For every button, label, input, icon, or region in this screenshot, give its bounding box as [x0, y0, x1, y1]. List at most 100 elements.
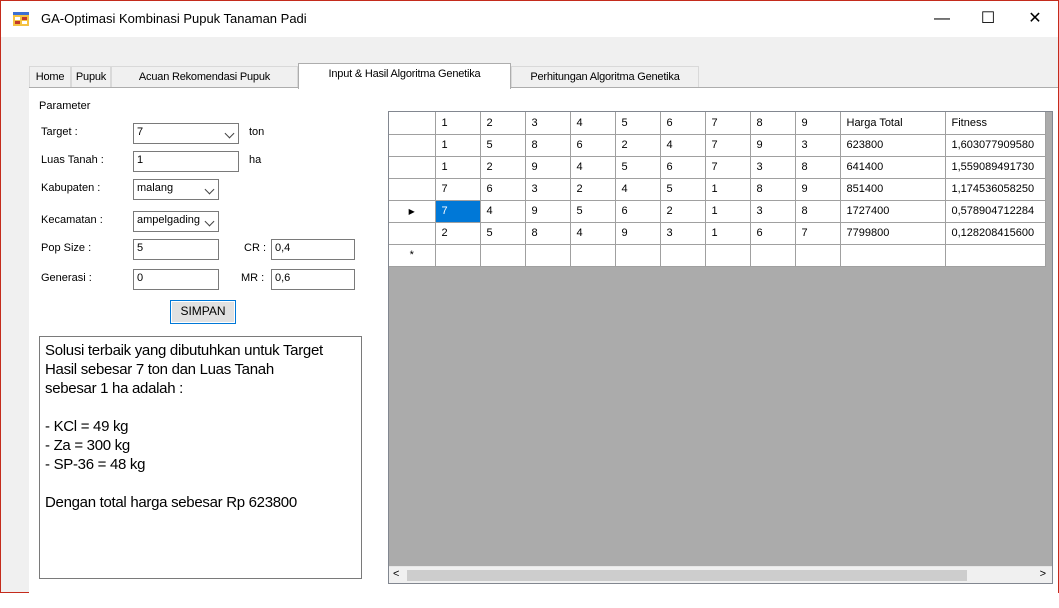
column-header[interactable]: 2: [480, 112, 526, 135]
scroll-right-icon[interactable]: >: [1040, 568, 1046, 580]
grid-cell[interactable]: 7: [795, 222, 841, 245]
grid-cell[interactable]: 4: [660, 134, 706, 157]
maximize-button[interactable]: ☐: [965, 1, 1011, 37]
grid-cell[interactable]: 1: [705, 222, 751, 245]
grid-cell[interactable]: 623800: [840, 134, 946, 157]
grid-cell[interactable]: 3: [750, 156, 796, 179]
grid-cell[interactable]: 1: [435, 134, 481, 157]
kabupaten-combobox[interactable]: malang: [133, 179, 219, 200]
column-header[interactable]: 8: [750, 112, 796, 135]
grid-cell[interactable]: 1: [435, 156, 481, 179]
grid-cell[interactable]: 3: [660, 222, 706, 245]
scrollbar-thumb[interactable]: [407, 570, 967, 581]
grid-cell[interactable]: [480, 244, 526, 267]
grid-cell[interactable]: 6: [570, 134, 616, 157]
grid-cell[interactable]: [570, 244, 616, 267]
column-header[interactable]: 9: [795, 112, 841, 135]
column-header[interactable]: 3: [525, 112, 571, 135]
close-button[interactable]: ✕: [1012, 1, 1058, 37]
grid-cell[interactable]: [795, 244, 841, 267]
grid-cell[interactable]: [435, 244, 481, 267]
column-header[interactable]: 4: [570, 112, 616, 135]
grid-cell[interactable]: 1,603077909580: [945, 134, 1046, 157]
grid-cell[interactable]: 6: [615, 200, 661, 223]
grid-cell[interactable]: 4: [570, 156, 616, 179]
new-row-indicator[interactable]: *: [389, 244, 436, 267]
grid-cell[interactable]: 3: [750, 200, 796, 223]
grid-cell[interactable]: 5: [480, 222, 526, 245]
cr-input[interactable]: 0,4: [271, 239, 355, 260]
row-header[interactable]: [389, 156, 436, 179]
grid-cell[interactable]: 2: [435, 222, 481, 245]
grid-cell[interactable]: 1: [705, 178, 751, 201]
grid-cell[interactable]: 9: [525, 156, 571, 179]
grid-cell[interactable]: 8: [795, 156, 841, 179]
tab-input-hasil[interactable]: Input & Hasil Algoritma Genetika: [298, 63, 511, 89]
grid-cell[interactable]: 4: [615, 178, 661, 201]
minimize-button[interactable]: —: [919, 1, 965, 37]
grid-cell[interactable]: 5: [570, 200, 616, 223]
title-bar[interactable]: GA-Optimasi Kombinasi Pupuk Tanaman Padi…: [1, 1, 1058, 37]
grid-cell[interactable]: 0,128208415600: [945, 222, 1046, 245]
column-header[interactable]: Harga Total: [840, 112, 946, 135]
mr-input[interactable]: 0,6: [271, 269, 355, 290]
grid-cell[interactable]: 6: [660, 156, 706, 179]
grid-cell[interactable]: 8: [525, 222, 571, 245]
grid-cell[interactable]: 6: [480, 178, 526, 201]
ga-results-grid[interactable]: 1 2 3 4 5 6 7 8 9 Harga Total Fitness 1 …: [388, 111, 1053, 584]
result-textbox[interactable]: Solusi terbaik yang dibutuhkan untuk Tar…: [39, 336, 362, 579]
column-header[interactable]: 5: [615, 112, 661, 135]
simpan-button[interactable]: SIMPAN: [170, 300, 236, 324]
grid-cell[interactable]: 2: [480, 156, 526, 179]
luas-tanah-input[interactable]: 1: [133, 151, 239, 172]
column-header[interactable]: 6: [660, 112, 706, 135]
grid-cell[interactable]: 3: [795, 134, 841, 157]
grid-cell[interactable]: 2: [660, 200, 706, 223]
row-header[interactable]: [389, 222, 436, 245]
popsize-input[interactable]: 5: [133, 239, 219, 260]
grid-cell[interactable]: 7: [705, 134, 751, 157]
table-row[interactable]: 1 5 8 6 2 4 7 9 3 623800 1,603077909580: [389, 134, 1046, 157]
grid-cell[interactable]: [615, 244, 661, 267]
kecamatan-combobox[interactable]: ampelgading: [133, 211, 219, 232]
tab-home[interactable]: Home: [29, 66, 71, 88]
grid-cell[interactable]: [660, 244, 706, 267]
grid-cell[interactable]: [525, 244, 571, 267]
grid-cell[interactable]: 9: [795, 178, 841, 201]
grid-cell[interactable]: 8: [750, 178, 796, 201]
column-header[interactable]: 1: [435, 112, 481, 135]
grid-cell[interactable]: 641400: [840, 156, 946, 179]
grid-cell[interactable]: 9: [525, 200, 571, 223]
grid-cell[interactable]: 6: [750, 222, 796, 245]
grid-cell[interactable]: 1727400: [840, 200, 946, 223]
grid-cell[interactable]: 5: [660, 178, 706, 201]
scroll-left-icon[interactable]: <: [393, 568, 399, 580]
tab-perhitungan[interactable]: Perhitungan Algoritma Genetika: [511, 66, 699, 88]
row-header[interactable]: [389, 178, 436, 201]
grid-cell[interactable]: 8: [795, 200, 841, 223]
grid-cell[interactable]: 9: [750, 134, 796, 157]
grid-cell[interactable]: 8: [525, 134, 571, 157]
grid-cell[interactable]: 2: [615, 134, 661, 157]
row-header[interactable]: [389, 134, 436, 157]
horizontal-scrollbar[interactable]: < >: [389, 566, 1052, 583]
grid-cell[interactable]: 3: [525, 178, 571, 201]
current-row-indicator[interactable]: ▶: [389, 200, 436, 223]
grid-cell[interactable]: 9: [615, 222, 661, 245]
table-row[interactable]: 7 6 3 2 4 5 1 8 9 851400 1,174536058250: [389, 178, 1046, 201]
grid-cell[interactable]: 4: [480, 200, 526, 223]
grid-cell[interactable]: 7: [705, 156, 751, 179]
column-header[interactable]: Fitness: [945, 112, 1046, 135]
target-combobox[interactable]: 7: [133, 123, 239, 144]
table-row-current[interactable]: ▶ 7 4 9 5 6 2 1 3 8 1727400 0,5789047122…: [389, 200, 1046, 223]
grid-cell[interactable]: 0,578904712284: [945, 200, 1046, 223]
grid-cell[interactable]: 851400: [840, 178, 946, 201]
grid-cell[interactable]: 5: [615, 156, 661, 179]
grid-cell[interactable]: 7: [435, 178, 481, 201]
grid-cell[interactable]: [840, 244, 946, 267]
grid-cell[interactable]: [750, 244, 796, 267]
grid-cell[interactable]: 1: [705, 200, 751, 223]
table-row[interactable]: 2 5 8 4 9 3 1 6 7 7799800 0,128208415600: [389, 222, 1046, 245]
grid-cell[interactable]: 4: [570, 222, 616, 245]
grid-cell[interactable]: 5: [480, 134, 526, 157]
